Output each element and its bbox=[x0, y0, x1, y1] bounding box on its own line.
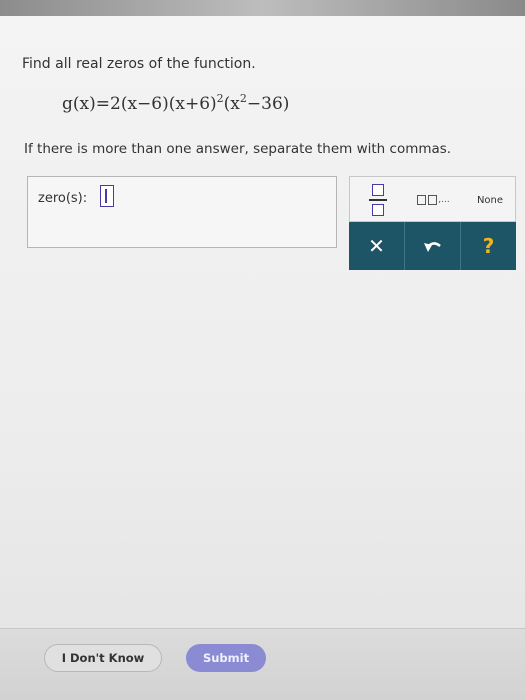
instruction-text: If there is more than one answer, separa… bbox=[24, 141, 452, 157]
box-icon bbox=[417, 195, 427, 205]
footer-bar: I Don't Know Submit bbox=[0, 628, 525, 700]
formula-coefficient: 2 bbox=[109, 94, 121, 114]
fraction-bar-icon bbox=[369, 199, 387, 201]
denominator-box-icon bbox=[372, 204, 384, 216]
none-button[interactable]: None bbox=[468, 189, 512, 211]
submit-button[interactable]: Submit bbox=[186, 644, 266, 672]
formula-factor1: (x−6) bbox=[120, 94, 169, 114]
answer-box: zero(s): bbox=[27, 176, 337, 248]
formula-factor2-exponent: 2 bbox=[216, 92, 224, 105]
undo-button[interactable] bbox=[405, 222, 461, 270]
box-icon bbox=[428, 195, 438, 205]
math-keypad: , ,...,... None ✕ ? bbox=[349, 176, 516, 270]
formula-factor3-close: −36) bbox=[246, 94, 290, 114]
formula-equals: = bbox=[95, 94, 110, 114]
screen: Find all real zeros of the function. g(x… bbox=[0, 0, 525, 700]
formula-factor3-exponent: 2 bbox=[239, 92, 247, 105]
keypad-action-bar: ✕ ? bbox=[349, 222, 516, 270]
list-button[interactable]: , ,...,... bbox=[406, 189, 460, 211]
dont-know-button[interactable]: I Don't Know bbox=[44, 644, 162, 672]
function-formula: g(x)=2(x−6)(x+6)2(x2−36) bbox=[62, 92, 289, 114]
keypad-top-row: , ,...,... None bbox=[349, 176, 516, 222]
formula-factor2: (x+6) bbox=[168, 94, 217, 114]
fraction-button[interactable] bbox=[359, 180, 397, 220]
top-bar bbox=[0, 0, 525, 16]
zeros-input[interactable] bbox=[100, 185, 114, 207]
close-icon: ✕ bbox=[368, 234, 385, 258]
help-icon: ? bbox=[482, 234, 495, 258]
help-button[interactable]: ? bbox=[461, 222, 516, 270]
undo-icon bbox=[423, 242, 441, 252]
formula-factor3-open: (x bbox=[223, 94, 240, 114]
question-prompt: Find all real zeros of the function. bbox=[22, 56, 256, 72]
formula-lhs: g(x) bbox=[62, 94, 96, 114]
numerator-box-icon bbox=[372, 184, 384, 196]
clear-button[interactable]: ✕ bbox=[349, 222, 405, 270]
answer-label: zero(s): bbox=[38, 191, 88, 206]
